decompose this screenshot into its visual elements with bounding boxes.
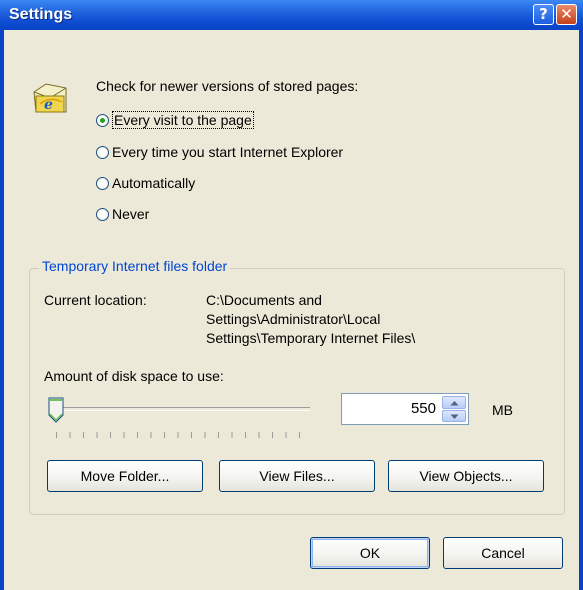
view-files-button[interactable]: View Files... xyxy=(219,460,375,492)
radio-automatically[interactable]: Automatically xyxy=(96,173,195,193)
radio-label-every-start: Every time you start Internet Explorer xyxy=(112,144,344,160)
radio-label-every-visit: Every visit to the page xyxy=(112,111,254,129)
current-location-line-2: Settings\Administrator\Local xyxy=(206,311,381,327)
disk-space-unit: MB xyxy=(492,402,513,418)
disk-space-value[interactable]: 550 xyxy=(411,400,436,417)
disk-space-slider-track[interactable] xyxy=(54,407,310,411)
temp-files-group-title: Temporary Internet files folder xyxy=(39,258,231,274)
radio-label-never: Never xyxy=(112,206,150,222)
current-location-label: Current location: xyxy=(44,292,147,308)
window-border-right xyxy=(579,30,583,590)
radio-every-start[interactable]: Every time you start Internet Explorer xyxy=(96,142,343,162)
move-folder-button[interactable]: Move Folder... xyxy=(47,460,203,492)
spin-up-button[interactable] xyxy=(442,396,466,409)
radio-label-automatically: Automatically xyxy=(112,175,196,191)
help-icon: ? xyxy=(539,5,548,23)
cancel-button[interactable]: Cancel xyxy=(443,537,563,569)
close-icon: ✕ xyxy=(560,5,573,23)
current-location-line-1: C:\Documents and xyxy=(206,292,322,308)
radio-button[interactable] xyxy=(96,176,109,190)
spin-up-icon xyxy=(450,401,459,406)
radio-every-visit[interactable]: Every visit to the page xyxy=(96,110,254,130)
title-bar[interactable]: Settings ? ✕ xyxy=(0,0,583,30)
disk-space-label: Amount of disk space to use: xyxy=(44,368,224,384)
spin-down-button[interactable] xyxy=(442,409,466,422)
slider-ticks xyxy=(56,432,300,438)
window-title: Settings xyxy=(9,6,73,23)
ok-button[interactable]: OK xyxy=(310,537,430,569)
help-button[interactable]: ? xyxy=(533,4,554,25)
radio-button[interactable] xyxy=(96,145,109,159)
spin-down-icon xyxy=(450,414,459,419)
view-objects-button[interactable]: View Objects... xyxy=(388,460,544,492)
ie-settings-icon: e xyxy=(33,83,67,113)
settings-dialog: Settings ? ✕ e Check for newer versions … xyxy=(0,0,583,590)
disk-space-spinbox[interactable]: 550 xyxy=(341,393,469,425)
close-button[interactable]: ✕ xyxy=(556,4,577,25)
radio-button[interactable] xyxy=(96,207,109,221)
current-location-line-3: Settings\Temporary Internet Files\ xyxy=(206,330,416,346)
radio-button-checked[interactable] xyxy=(96,113,109,127)
disk-space-slider-thumb[interactable] xyxy=(47,397,67,424)
spin-buttons xyxy=(442,396,466,422)
radio-never[interactable]: Never xyxy=(96,204,149,224)
check-label: Check for newer versions of stored pages… xyxy=(96,78,359,94)
